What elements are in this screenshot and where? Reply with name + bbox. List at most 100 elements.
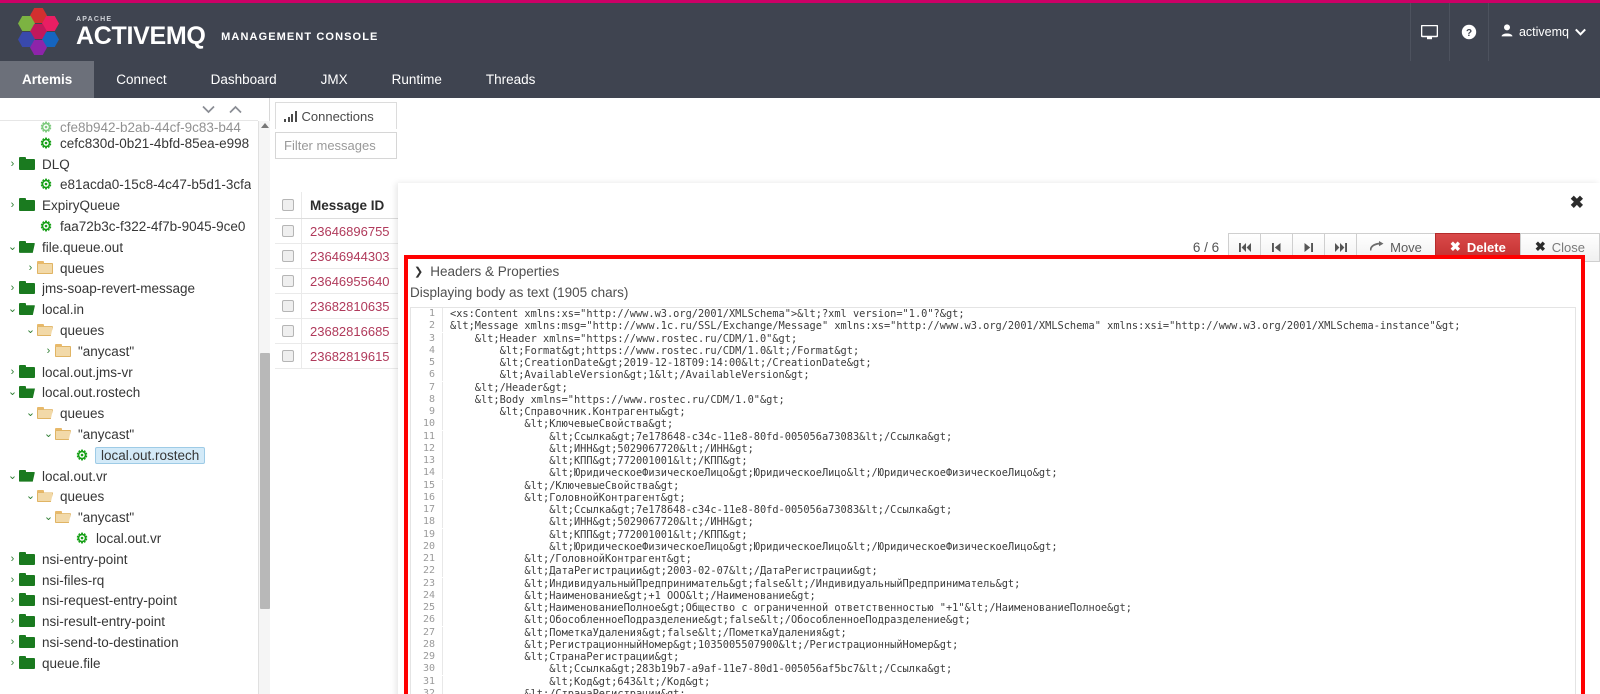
tab-artemis[interactable]: Artemis: [0, 61, 95, 98]
line-content: &lt;AvailableVersion&gt;1&lt;/AvailableV…: [450, 369, 810, 382]
line-content: &lt;ЮридическоеФизическоеЛицо&gt;Юридиче…: [450, 540, 1058, 553]
chevron-right-icon[interactable]: ›: [6, 595, 19, 606]
tab-jmx[interactable]: JMX: [299, 61, 370, 98]
line-content: &lt;Body xmlns="https://www.rostec.ru/CD…: [450, 393, 785, 406]
chevron-down-icon[interactable]: ⌄: [42, 512, 55, 523]
x-icon: ✖: [1449, 239, 1461, 254]
line-content: &lt;CreationDate&gt;2019-12-18T09:14:00&…: [450, 357, 872, 370]
tree-node[interactable]: cefc830d-0b21-4bfd-85ea-e998: [0, 133, 258, 154]
line-number: 3: [411, 332, 443, 345]
message-id-link[interactable]: 23646955640: [301, 269, 390, 293]
help-circle-icon[interactable]: ?: [1448, 3, 1488, 61]
chevron-right-icon[interactable]: ›: [42, 345, 55, 357]
chevron-down-icon[interactable]: ⌄: [42, 429, 55, 440]
table-row[interactable]: 23646944303: [275, 244, 401, 269]
tree-node[interactable]: › "anycast": [0, 341, 258, 362]
tree-node[interactable]: ⌄ "anycast": [0, 507, 258, 528]
folder-icon: [55, 427, 73, 442]
message-body-code[interactable]: 1 <xs:Content xmlns:xs="http://www.w3.org…: [410, 307, 1576, 694]
tree-node[interactable]: local.out.vr: [0, 528, 258, 549]
tree-node[interactable]: › local.out.jms-vr: [0, 362, 258, 383]
tree-node[interactable]: ⌄ queues: [0, 320, 258, 341]
scrollbar-thumb[interactable]: [260, 353, 270, 609]
tab-dashboard[interactable]: Dashboard: [189, 61, 299, 98]
tree-node[interactable]: local.out.rostech: [0, 445, 258, 466]
tree-node[interactable]: › nsi-request-entry-point: [0, 591, 258, 612]
chevron-up-icon[interactable]: [229, 103, 242, 116]
tree-node[interactable]: › jms-soap-revert-message: [0, 279, 258, 300]
chevron-right-icon[interactable]: ›: [6, 637, 19, 648]
row-checkbox[interactable]: [275, 225, 301, 237]
chevron-down-icon[interactable]: ⌄: [6, 387, 19, 398]
chevron-right-icon[interactable]: ›: [6, 553, 19, 565]
scroll-up-arrow-icon[interactable]: [261, 123, 269, 128]
tree-node[interactable]: › nsi-send-to-destination: [0, 632, 258, 653]
tree-node[interactable]: faa72b3c-f322-4f7b-9045-9ce0: [0, 216, 258, 237]
tree-node[interactable]: ⌄ "anycast": [0, 424, 258, 445]
row-checkbox[interactable]: [275, 350, 301, 362]
tab-threads[interactable]: Threads: [464, 61, 558, 98]
chevron-right-icon[interactable]: ›: [6, 574, 19, 586]
tree-node[interactable]: ⌄ file.queue.out: [0, 237, 258, 258]
tree-scroll-area[interactable]: cfe8b942-b2ab-44cf-9c83-b44 cefc830d-0b2…: [0, 121, 258, 694]
filter-messages-input[interactable]: Filter messages: [275, 132, 397, 159]
tree-node[interactable]: › nsi-result-entry-point: [0, 611, 258, 632]
chevron-down-icon[interactable]: ⌄: [24, 408, 37, 419]
monitor-icon[interactable]: [1409, 3, 1449, 61]
line-content: &lt;ИНН&gt;5029067720&lt;/ИНН&gt;: [450, 442, 754, 455]
tab-runtime[interactable]: Runtime: [370, 61, 464, 98]
tree-node[interactable]: › DLQ: [0, 154, 258, 175]
chevron-right-icon[interactable]: ›: [6, 158, 19, 170]
chevron-down-icon[interactable]: ⌄: [24, 491, 37, 502]
message-id-link[interactable]: 23682810635: [301, 294, 390, 318]
move-button-label: Move: [1390, 239, 1422, 255]
chevron-right-icon[interactable]: ›: [6, 616, 19, 627]
chevron-down-icon[interactable]: ⌄: [6, 241, 19, 253]
tree-node[interactable]: e81acda0-15c8-4c47-b5d1-3cfa: [0, 175, 258, 196]
close-icon[interactable]: ✖: [1570, 194, 1584, 211]
tree-node[interactable]: › queue.file: [0, 653, 258, 674]
chevron-right-icon[interactable]: ›: [6, 366, 19, 378]
message-id-link[interactable]: 23646944303: [301, 244, 390, 268]
tree-node[interactable]: ⌄ local.out.rostech: [0, 383, 258, 404]
table-row[interactable]: 23682816685: [275, 319, 401, 344]
chevron-right-icon[interactable]: ›: [6, 657, 19, 669]
tab-connections[interactable]: Connections: [275, 102, 397, 129]
chevron-right-icon[interactable]: ›: [24, 262, 37, 274]
line-content: &lt;Ссылка&gt;7e178648-c34c-11e8-80fd-00…: [450, 504, 953, 517]
headers-properties-toggle[interactable]: ❯ Headers & Properties: [404, 255, 1585, 279]
brand[interactable]: APACHE ACTIVEMQ MANAGEMENT CONSOLE: [0, 8, 378, 56]
row-checkbox[interactable]: [275, 275, 301, 287]
tree-node[interactable]: › ExpiryQueue: [0, 195, 258, 216]
row-checkbox[interactable]: [275, 325, 301, 337]
table-row[interactable]: 23646955640: [275, 269, 401, 294]
chevron-down-icon[interactable]: ⌄: [6, 470, 19, 482]
tab-connect[interactable]: Connect: [94, 61, 188, 98]
tree-node-label: faa72b3c-f322-4f7b-9045-9ce0: [60, 219, 246, 235]
user-menu[interactable]: activemq: [1487, 3, 1600, 61]
tree-node[interactable]: › nsi-files-rq: [0, 570, 258, 591]
chevron-right-icon[interactable]: ›: [6, 200, 19, 211]
tree-vertical-scrollbar[interactable]: [258, 121, 270, 694]
row-checkbox[interactable]: [275, 250, 301, 262]
tree-node[interactable]: cfe8b942-b2ab-44cf-9c83-b44: [0, 121, 258, 133]
tree-node[interactable]: › nsi-entry-point: [0, 549, 258, 570]
row-checkbox[interactable]: [275, 300, 301, 312]
chevron-down-icon[interactable]: ⌄: [24, 325, 37, 336]
tree-node[interactable]: › queues: [0, 258, 258, 279]
message-id-link[interactable]: 23682819615: [301, 344, 390, 368]
table-row[interactable]: 23682819615: [275, 344, 401, 369]
select-all-checkbox[interactable]: [275, 199, 301, 211]
message-id-link[interactable]: 23682816685: [301, 319, 390, 343]
tree-node-label: e81acda0-15c8-4c47-b5d1-3cfa: [60, 177, 252, 193]
message-id-link[interactable]: 23646896755: [301, 219, 390, 243]
tree-node[interactable]: ⌄ queues: [0, 403, 258, 424]
table-row[interactable]: 23646896755: [275, 219, 401, 244]
chevron-down-icon[interactable]: [202, 103, 215, 116]
tree-node[interactable]: ⌄ local.out.vr: [0, 466, 258, 487]
tree-node[interactable]: ⌄ queues: [0, 487, 258, 508]
chevron-down-icon[interactable]: ⌄: [6, 304, 19, 315]
chevron-right-icon[interactable]: ›: [6, 283, 19, 294]
tree-node[interactable]: ⌄ local.in: [0, 299, 258, 320]
table-row[interactable]: 23682810635: [275, 294, 401, 319]
